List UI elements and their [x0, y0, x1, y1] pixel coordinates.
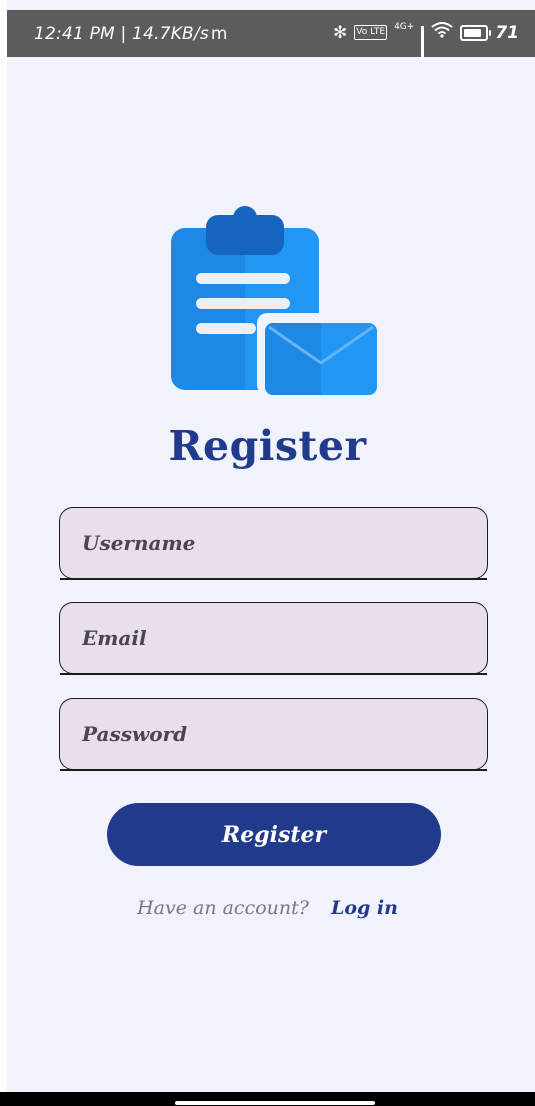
status-time: 12:41 PM | 14.7KB/s m [34, 24, 228, 44]
username-field [59, 507, 488, 580]
bluetooth-icon: ✻ [333, 22, 348, 43]
status-icons: ✻ Vo LTE 4G+ 71 [333, 22, 519, 60]
email-input[interactable] [60, 603, 487, 673]
home-indicator[interactable] [175, 1101, 375, 1105]
login-prompt: Have an account? [137, 897, 309, 919]
password-input[interactable] [60, 699, 487, 769]
login-row: Have an account? Log in [0, 897, 535, 919]
clipboard-with-envelope-icon [171, 206, 379, 395]
username-input[interactable] [60, 508, 487, 578]
password-field [59, 698, 488, 771]
page-title: Register [168, 422, 367, 470]
carrier-icon: m [210, 24, 228, 44]
network-type-label: 4G+ [394, 22, 415, 32]
battery-level: 71 [495, 22, 519, 43]
signal-icon [421, 25, 425, 60]
status-bar: 12:41 PM | 14.7KB/s m ✻ Vo LTE 4G+ 71 [7, 10, 535, 60]
volte-icon: Vo LTE [354, 25, 388, 40]
battery-icon [460, 24, 492, 41]
wifi-icon [431, 22, 453, 43]
login-link[interactable]: Log in [331, 897, 398, 919]
register-button[interactable]: Register [107, 803, 441, 866]
email-field [59, 602, 488, 675]
status-time-speed: 12:41 PM | 14.7KB/s [34, 24, 209, 44]
